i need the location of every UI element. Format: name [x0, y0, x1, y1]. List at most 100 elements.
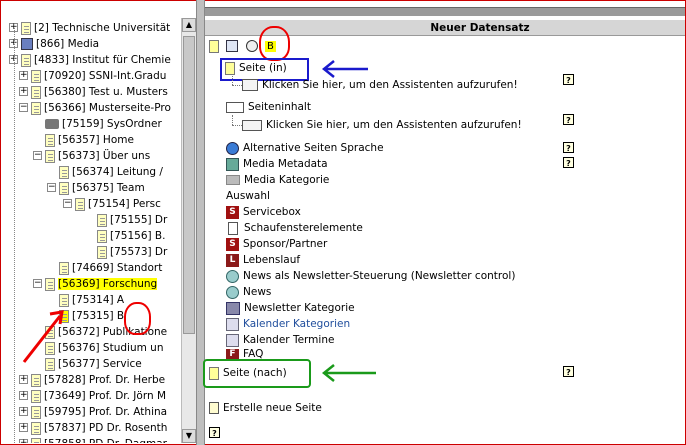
expand-toggle-icon[interactable]: + [19, 423, 28, 432]
help-icon[interactable]: ? [563, 366, 574, 377]
record-type-alternative-language[interactable]: Alternative Seiten Sprache [226, 140, 384, 156]
tree-node[interactable]: + [866] Media [9, 36, 99, 52]
page-icon[interactable] [209, 39, 219, 53]
tree-node[interactable]: + [2] Technische Universität [9, 20, 170, 36]
tree-node-label[interactable]: [70920] SSNI-Int.Gradu [44, 70, 166, 82]
tree-node-label[interactable]: [56357] Home [58, 134, 134, 146]
record-type-lebenslauf[interactable]: L Lebenslauf [226, 252, 300, 268]
record-type-sponsor[interactable]: S Sponsor/Partner [226, 236, 327, 252]
new-page-after[interactable]: Seite (nach) [209, 365, 287, 381]
scroll-up-icon[interactable]: ▲ [182, 18, 196, 32]
page-icon[interactable] [31, 373, 41, 387]
page-icon[interactable] [31, 405, 41, 419]
page-icon[interactable] [75, 197, 85, 211]
help-icon[interactable]: ? [563, 74, 574, 85]
list-view-icon[interactable] [226, 40, 239, 52]
help-icon[interactable]: ? [563, 114, 574, 125]
expand-toggle-icon[interactable]: − [63, 199, 72, 208]
tree-node-label[interactable]: [75155] Dr [110, 214, 167, 226]
tree-node-label[interactable]: [75154] Persc [88, 198, 161, 210]
record-type-schaufenster[interactable]: Schaufensterelemente [226, 220, 363, 236]
page-icon[interactable] [31, 101, 41, 115]
tree-node-label[interactable]: [56380] Test u. Musters [44, 86, 168, 98]
tree-node-label[interactable]: [57828] Prof. Dr. Herbe [44, 374, 165, 386]
tree-node-label[interactable]: [56375] Team [72, 182, 145, 194]
tree-node-label[interactable]: [56372] Publikatione [58, 326, 167, 338]
page-icon[interactable] [45, 149, 55, 163]
record-type-calendar-categories[interactable]: Kalender Kategorien [226, 316, 350, 332]
content-element[interactable]: Seiteninhalt [226, 99, 311, 115]
tree-node[interactable]: +[56357] Home [45, 132, 134, 148]
tree-node-label[interactable]: [57837] PD Dr. Rosenth [44, 422, 167, 434]
tree-node[interactable]: +[75159] SysOrdner [45, 116, 162, 132]
new-page-inside[interactable]: Seite (in) [225, 60, 287, 76]
tree-node[interactable]: − [56369] Forschung [33, 276, 158, 292]
page-icon[interactable] [21, 53, 31, 67]
page-icon[interactable] [97, 229, 107, 243]
record-type-media-category[interactable]: Media Kategorie [226, 172, 329, 188]
page-icon[interactable] [45, 133, 55, 147]
expand-toggle-icon[interactable]: + [19, 407, 28, 416]
tree-node[interactable]: − [56366] Musterseite-Pro [19, 100, 171, 116]
page-icon[interactable] [97, 245, 107, 259]
tree-node-label[interactable]: [75573] Dr [110, 246, 167, 258]
tree-node-label[interactable]: [75314] A [72, 294, 124, 306]
page-icon[interactable] [31, 437, 41, 443]
tree-node-label[interactable]: [75159] SysOrdner [62, 118, 162, 130]
tree-node[interactable]: + [59795] Prof. Dr. Athina [19, 404, 167, 420]
page-icon[interactable] [31, 85, 41, 99]
tree-node-label[interactable]: [56377] Service [58, 358, 142, 370]
expand-toggle-icon[interactable]: + [19, 375, 28, 384]
page-icon[interactable] [97, 213, 107, 227]
tree-node-label[interactable]: [75156] B. [110, 230, 165, 242]
expand-toggle-icon[interactable]: − [47, 183, 56, 192]
tree-node[interactable]: + [56380] Test u. Musters [19, 84, 168, 100]
tree-node-label[interactable]: [4833] Institut für Chemie [34, 54, 171, 66]
page-icon[interactable] [59, 165, 69, 179]
expand-toggle-icon[interactable]: + [19, 439, 28, 443]
tree-node[interactable]: + [57837] PD Dr. Rosenth [19, 420, 167, 436]
page-icon[interactable] [21, 21, 31, 35]
tree-node-label[interactable]: [56376] Studium un [58, 342, 163, 354]
tree-node-label[interactable]: [75315] B [72, 310, 124, 322]
expand-toggle-icon[interactable]: − [33, 151, 42, 160]
help-icon[interactable]: ? [209, 427, 220, 438]
tree-node[interactable]: +[74669] Standort [59, 260, 162, 276]
record-type-servicebox[interactable]: S Servicebox [226, 204, 301, 220]
tree-node-label[interactable]: [56374] Leitung / [72, 166, 163, 178]
tree-node[interactable]: +[56374] Leitung / [59, 164, 163, 180]
tree-node-label[interactable]: [59795] Prof. Dr. Athina [44, 406, 167, 418]
tree-node-label[interactable]: [2] Technische Universität [34, 22, 170, 34]
tree-node[interactable]: − [56375] Team [47, 180, 145, 196]
page-icon[interactable] [31, 389, 41, 403]
tree-node-label[interactable]: [56369] Forschung [58, 278, 158, 290]
tree-node[interactable]: +[75573] Dr [97, 244, 167, 260]
wizard-link-1[interactable]: Klicken Sie hier, um den Assistenten auf… [242, 77, 518, 93]
tree-node-label[interactable]: [57858] PD Dr. Dagmar [44, 438, 167, 443]
help-icon[interactable]: ? [563, 142, 574, 153]
expand-toggle-icon[interactable]: − [33, 279, 42, 288]
page-icon[interactable] [31, 69, 41, 83]
scroll-down-icon[interactable]: ▼ [182, 429, 196, 443]
record-type-news[interactable]: News [226, 284, 271, 300]
record-type-media-metadata[interactable]: Media Metadata [226, 156, 328, 172]
tree-node[interactable]: +[75155] Dr [97, 212, 167, 228]
scroll-thumb[interactable] [183, 36, 195, 334]
tree-node-label[interactable]: [73649] Prof. Dr. Jörn M [44, 390, 166, 402]
tree-node[interactable]: + [4833] Institut für Chemie [9, 52, 171, 68]
page-icon[interactable] [31, 421, 41, 435]
wizard-link-2[interactable]: Klicken Sie hier, um den Assistenten auf… [242, 117, 522, 133]
tree-node-label[interactable]: [74669] Standort [72, 262, 162, 274]
page-icon[interactable] [59, 181, 69, 195]
tree-node-label[interactable]: [56373] Über uns [58, 150, 150, 162]
page-icon[interactable] [45, 277, 55, 291]
tree-node[interactable]: + [57828] Prof. Dr. Herbe [19, 372, 165, 388]
sysfolder-icon[interactable] [45, 119, 59, 129]
search-icon[interactable] [245, 40, 258, 52]
tree-node-label[interactable]: [56366] Musterseite-Pro [44, 102, 171, 114]
tree-node[interactable]: + [57858] PD Dr. Dagmar [19, 436, 167, 443]
help-icon[interactable]: ? [563, 157, 574, 168]
record-type-news-newsletter-control[interactable]: News als Newsletter-Steuerung (Newslette… [226, 268, 515, 284]
tree-node[interactable]: +[75156] B. [97, 228, 165, 244]
expand-toggle-icon[interactable]: + [19, 87, 28, 96]
